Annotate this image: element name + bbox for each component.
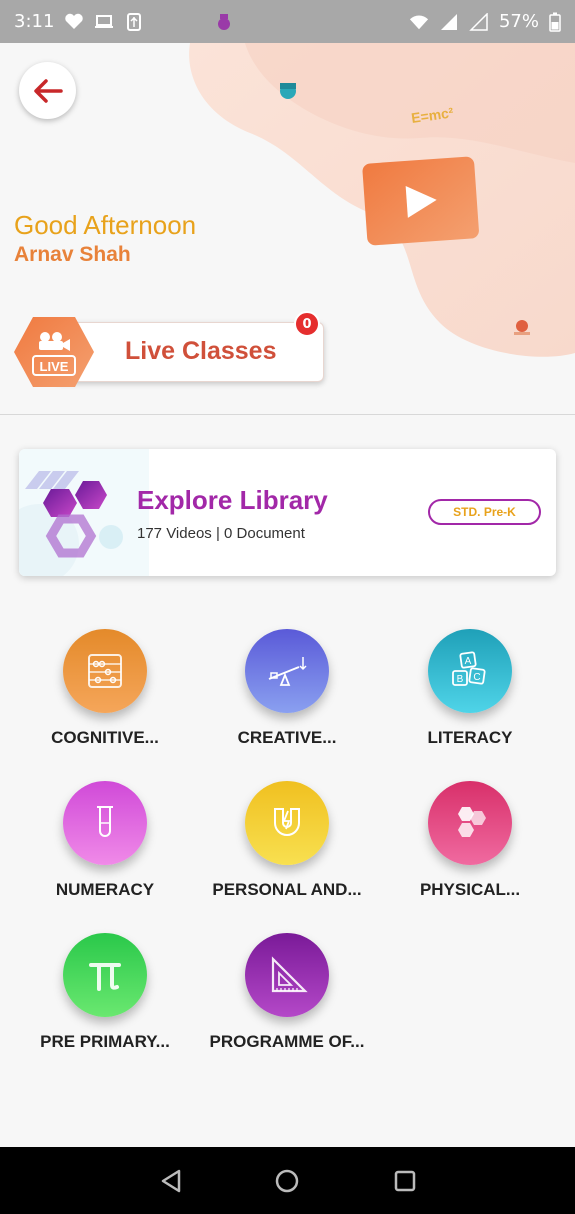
laptop-icon <box>95 14 114 28</box>
battery-icon <box>549 12 561 32</box>
svg-text:C: C <box>473 672 480 683</box>
library-title: Explore Library <box>137 485 328 515</box>
svg-text:A: A <box>465 656 472 667</box>
category-pre-primary[interactable]: PRE PRIMARY... <box>10 933 200 1063</box>
category-icon-circle <box>245 629 329 713</box>
category-label: CREATIVE... <box>237 728 337 747</box>
nav-home-icon[interactable] <box>271 1165 303 1197</box>
category-personal[interactable]: PERSONAL AND... <box>192 781 382 911</box>
user-name: Arnav Shah <box>14 243 131 266</box>
category-label: PROGRAMME OF... <box>209 1032 365 1051</box>
back-button[interactable] <box>19 62 76 119</box>
category-icon-circle <box>63 629 147 713</box>
category-label: LITERACY <box>427 728 513 747</box>
set-square-icon <box>271 956 308 993</box>
library-subtitle: 177 Videos | 0 Document <box>137 525 305 542</box>
live-icon-text: LIVE <box>40 359 69 374</box>
live-classes-count-badge: 0 <box>294 311 320 337</box>
explore-library-card[interactable]: Explore Library 177 Videos | 0 Document … <box>19 449 556 576</box>
category-physical[interactable]: PHYSICAL... <box>375 781 565 911</box>
seesaw-icon <box>268 657 307 686</box>
magnet-icon <box>274 808 300 836</box>
signal-empty-icon <box>469 12 488 31</box>
category-label: PHYSICAL... <box>419 880 521 899</box>
library-hexagons-icon <box>19 449 149 576</box>
greeting-text: Good Afternoon <box>14 210 197 240</box>
category-cognitive[interactable]: COGNITIVE... <box>10 629 200 759</box>
live-classes-label: Live Classes <box>125 337 277 365</box>
category-creative[interactable]: CREATIVE... <box>192 629 382 759</box>
category-numeracy[interactable]: NUMERACY <box>10 781 200 911</box>
status-time: 3:11 <box>14 11 55 32</box>
category-icon-circle <box>428 781 512 865</box>
battery-percent: 57% <box>498 11 539 32</box>
app-notification-icon <box>218 13 231 30</box>
heart-icon <box>65 13 84 29</box>
nav-back-icon[interactable] <box>155 1165 187 1197</box>
category-programme[interactable]: PROGRAMME OF... <box>192 933 382 1063</box>
category-icon-circle <box>63 781 147 865</box>
wifi-icon <box>409 14 429 29</box>
hexagons-icon <box>458 807 486 837</box>
category-label: PERSONAL AND... <box>212 880 362 899</box>
svg-text:B: B <box>457 674 464 685</box>
category-icon-circle <box>245 933 329 1017</box>
standard-badge[interactable]: STD. Pre-K <box>428 499 541 525</box>
category-label: NUMERACY <box>55 880 155 899</box>
status-bar: 3:11 57% <box>0 0 575 43</box>
category-label: PRE PRIMARY... <box>40 1032 170 1051</box>
nav-recents-icon[interactable] <box>389 1165 421 1197</box>
robot-icon <box>280 83 296 99</box>
arrow-left-icon <box>33 78 63 103</box>
abc-blocks-icon: A B C <box>452 651 486 686</box>
signal-icon <box>440 13 457 30</box>
test-tube-icon <box>97 806 113 837</box>
live-video-icon: LIVE <box>14 317 94 387</box>
navigation-bar <box>0 1147 575 1214</box>
category-label: COGNITIVE... <box>51 728 159 747</box>
usb-icon <box>127 12 142 31</box>
abacus-icon <box>88 654 122 688</box>
category-icon-circle <box>63 933 147 1017</box>
category-icon-circle: A B C <box>428 629 512 713</box>
divider <box>0 414 575 415</box>
category-icon-circle <box>245 781 329 865</box>
pi-icon <box>89 963 121 991</box>
category-literacy[interactable]: A B C LITERACY <box>375 629 565 759</box>
